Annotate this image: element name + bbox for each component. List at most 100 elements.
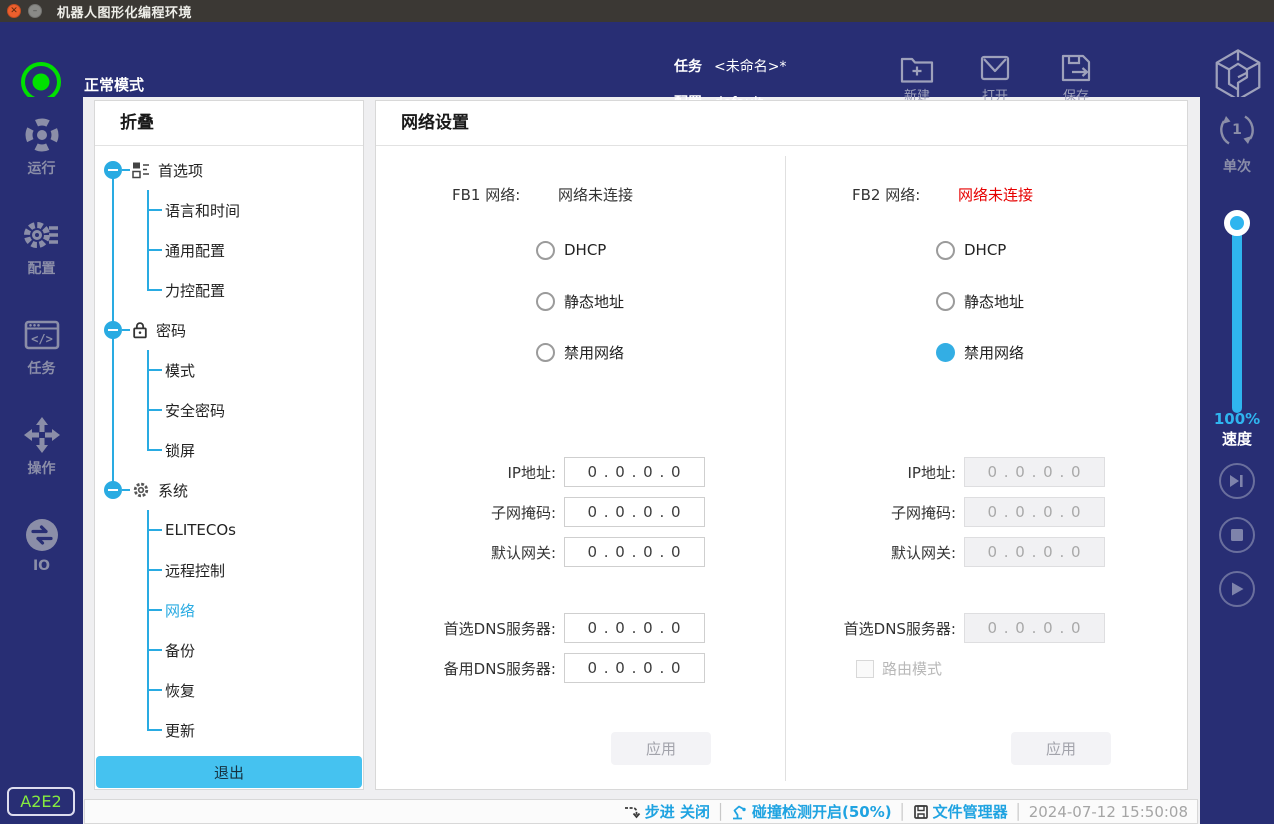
play-button[interactable] — [1219, 571, 1255, 607]
collapse-toggle-icon[interactable] — [104, 481, 122, 499]
tree-item-label: 首选项 — [158, 160, 203, 181]
tree-item-label: 备份 — [165, 640, 195, 661]
fb2-radio-disable[interactable]: 禁用网络 — [936, 341, 1024, 363]
fb2-gateway-row: 默认网关: 0 . 0 . 0 . 0 — [376, 537, 1105, 567]
radio-icon[interactable] — [536, 343, 555, 362]
robot-model-badge[interactable]: A2E2 — [7, 787, 75, 816]
radio-label: DHCP — [964, 241, 1006, 259]
step-next-button[interactable] — [1219, 463, 1255, 499]
tree-item-update[interactable]: 更新 — [95, 710, 363, 750]
svg-text:</>: </> — [31, 332, 53, 346]
radio-icon[interactable] — [536, 241, 555, 260]
open-task-button[interactable]: 打开 — [962, 51, 1028, 104]
tree-item-network[interactable]: 网络 — [95, 590, 363, 630]
tree-item-mode[interactable]: 模式 — [95, 350, 363, 390]
fb1-radio-dhcp[interactable]: DHCP — [536, 239, 606, 261]
radio-label: 静态地址 — [964, 291, 1024, 312]
tree-item-force-control[interactable]: 力控配置 — [95, 270, 363, 310]
tree-item-preferences[interactable]: 首选项 — [95, 150, 363, 190]
minimize-window-icon[interactable]: – — [28, 4, 42, 18]
tree-item-language-time[interactable]: 语言和时间 — [95, 190, 363, 230]
fb2-mask-input[interactable]: 0 . 0 . 0 . 0 — [964, 497, 1105, 527]
single-run-button[interactable]: 1 — [1215, 108, 1259, 152]
status-separator: │ — [898, 803, 907, 821]
fb2-radio-dhcp[interactable]: DHCP — [936, 239, 1006, 261]
preferences-icon — [132, 161, 150, 179]
fb1-dns2-input[interactable]: 0 . 0 . 0 . 0 — [564, 653, 705, 683]
fb2-apply-button[interactable]: 应用 — [1011, 732, 1111, 765]
left-nav-rail: 运行 配置 </> 任务 操作 IO A2E2 — [0, 97, 83, 824]
step-mode-label: 步进 关闭 — [645, 801, 710, 822]
step-mode-status[interactable]: 步进 关闭 — [623, 801, 710, 822]
robot-mode-indicator-icon — [21, 62, 61, 102]
status-separator: │ — [716, 803, 725, 821]
tree-item-lock-screen[interactable]: 锁屏 — [95, 430, 363, 470]
sidebar-item-label: IO — [0, 558, 83, 574]
sidebar-item-io[interactable]: IO — [0, 515, 83, 574]
collapse-toggle-icon[interactable] — [104, 321, 122, 339]
fb1-radio-disable[interactable]: 禁用网络 — [536, 341, 624, 363]
stop-button[interactable] — [1219, 517, 1255, 553]
settings-tree-panel: 折叠 首选项 语言和时间 通用配置 力控配置 密码 模式 安全密码 锁屏 — [94, 100, 364, 790]
tree-item-elitecos[interactable]: ELITECOs — [95, 510, 363, 550]
mode-label: 正常模式 — [84, 74, 144, 95]
exit-button[interactable]: 退出 — [96, 756, 362, 788]
save-task-button[interactable]: 保存 — [1043, 51, 1109, 104]
tree-item-general-config[interactable]: 通用配置 — [95, 230, 363, 270]
radio-selected-icon[interactable] — [936, 343, 955, 362]
sidebar-item-task[interactable]: </> 任务 — [0, 315, 83, 378]
tree-item-label: 远程控制 — [165, 560, 225, 581]
tree-item-password[interactable]: 密码 — [95, 310, 363, 350]
fb2-ip-input[interactable]: 0 . 0 . 0 . 0 — [964, 457, 1105, 487]
tree-item-label: 更新 — [165, 720, 195, 741]
tree-panel-title[interactable]: 折叠 — [95, 101, 363, 146]
sidebar-item-run[interactable]: 运行 — [0, 115, 83, 178]
file-manager-label: 文件管理器 — [933, 801, 1008, 822]
new-task-button[interactable]: 新建 — [884, 51, 950, 104]
tree-item-label: 通用配置 — [165, 240, 225, 261]
network-panel-body: FB1 网络: 网络未连接 DHCP 静态地址 禁用网络 IP地址: 0 . 0… — [376, 146, 1187, 789]
speed-slider-track[interactable] — [1232, 215, 1242, 413]
sidebar-item-operate[interactable]: 操作 — [0, 415, 83, 478]
run-icon — [22, 115, 62, 155]
fb2-radio-static[interactable]: 静态地址 — [936, 290, 1024, 312]
network-settings-panel: 网络设置 FB1 网络: 网络未连接 DHCP 静态地址 禁用网络 IP地址: … — [375, 100, 1188, 790]
speed-slider-handle[interactable] — [1224, 210, 1250, 236]
radio-icon[interactable] — [536, 292, 555, 311]
tree-item-label: 密码 — [156, 320, 186, 341]
radio-label: 静态地址 — [564, 291, 624, 312]
sidebar-item-config[interactable]: 配置 — [0, 215, 83, 278]
tree-item-label: ELITECOs — [165, 521, 236, 539]
tree-item-backup[interactable]: 备份 — [95, 630, 363, 670]
field-label: 子网掩码: — [776, 502, 964, 523]
fb1-apply-button[interactable]: 应用 — [611, 732, 711, 765]
fb2-router-mode-checkbox[interactable]: 路由模式 — [856, 658, 942, 679]
tree-item-label: 力控配置 — [165, 280, 225, 301]
radio-icon[interactable] — [936, 241, 955, 260]
play-icon — [1231, 582, 1244, 596]
fb2-gateway-input[interactable]: 0 . 0 . 0 . 0 — [964, 537, 1105, 567]
radio-icon[interactable] — [936, 292, 955, 311]
move-arrows-icon — [22, 415, 62, 455]
tree-item-restore[interactable]: 恢复 — [95, 670, 363, 710]
radio-label: 禁用网络 — [964, 342, 1024, 363]
sidebar-item-label: 操作 — [0, 458, 83, 478]
tree-item-system[interactable]: 系统 — [95, 470, 363, 510]
tree-item-label: 语言和时间 — [165, 200, 240, 221]
collision-detection-status[interactable]: 碰撞检测开启(50%) — [731, 801, 892, 822]
tree-item-remote-control[interactable]: 远程控制 — [95, 550, 363, 590]
fb1-radio-static[interactable]: 静态地址 — [536, 290, 624, 312]
task-label: 任务 — [674, 56, 702, 76]
gear-icon — [132, 481, 150, 499]
tree-item-label: 恢复 — [165, 680, 195, 701]
new-folder-icon — [899, 51, 935, 85]
tree-item-safety-password[interactable]: 安全密码 — [95, 390, 363, 430]
close-window-icon[interactable]: ✕ — [7, 4, 21, 18]
status-timestamp: 2024-07-12 15:50:08 — [1029, 803, 1188, 821]
collapse-toggle-icon[interactable] — [104, 161, 122, 179]
file-manager-button[interactable]: 文件管理器 — [913, 801, 1008, 822]
fb2-dns1-input[interactable]: 0 . 0 . 0 . 0 — [964, 613, 1105, 643]
file-manager-icon — [913, 804, 929, 820]
radio-label: DHCP — [564, 241, 606, 259]
checkbox-icon[interactable] — [856, 660, 874, 678]
